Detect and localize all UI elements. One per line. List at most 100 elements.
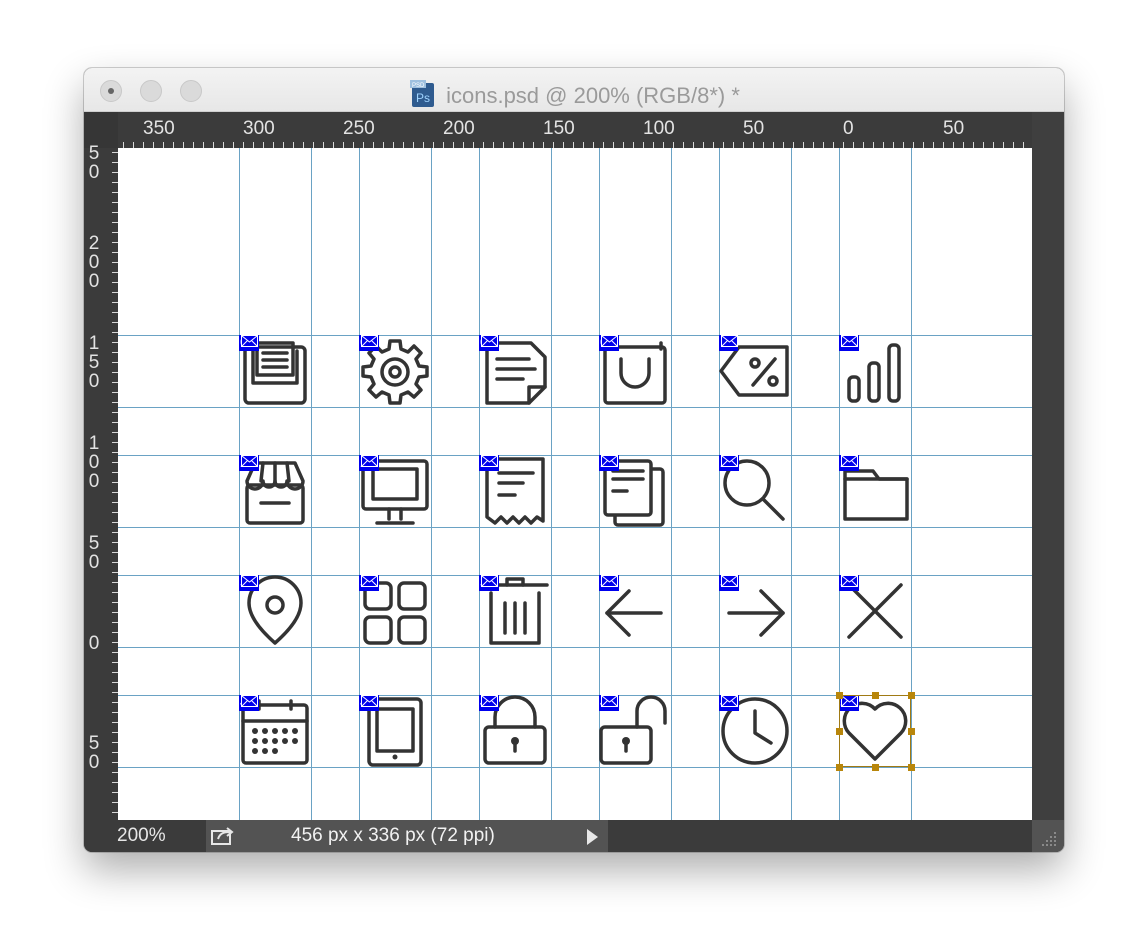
ruler-label-char: 1 — [88, 433, 100, 454]
vertical-guide[interactable] — [551, 148, 552, 820]
slice-badge: 46 — [359, 695, 379, 711]
ruler-label: 50 — [87, 734, 101, 772]
slice-badge: 03 — [239, 335, 259, 351]
icon-layer-09[interactable]: 09 — [599, 335, 671, 407]
document-info: 456 px x 336 px (72 ppi) — [291, 825, 495, 846]
ruler-label-char: 5 — [88, 733, 100, 754]
resize-grip-icon[interactable] — [1042, 832, 1058, 848]
ruler-label: 50 — [943, 118, 965, 139]
ruler-label: 200 — [87, 234, 101, 291]
transform-handle[interactable] — [836, 692, 843, 699]
document-title: icons.psd @ 200% (RGB/8*) * — [446, 83, 740, 108]
horizontal-guide[interactable] — [118, 407, 1032, 408]
photoshop-document-window: PSD Ps icons.psd @ 200% (RGB/8*) * 350 30… — [84, 68, 1064, 852]
icon-layer-34[interactable]: 34 — [359, 575, 431, 647]
status-bar-empty — [608, 820, 1032, 852]
vertical-guide[interactable] — [431, 148, 432, 820]
icon-layer-03[interactable]: 03 — [239, 335, 311, 407]
transform-handle[interactable] — [836, 728, 843, 735]
icon-layer-07[interactable]: 07 — [479, 335, 551, 407]
slice-badge: 25 — [719, 455, 739, 471]
status-bar: 200% 456 px x 336 px (72 ppi) — [84, 820, 1064, 852]
ruler-label-char: 2 — [88, 233, 100, 254]
icon-layer-37[interactable]: 37 — [719, 575, 791, 647]
ruler-label: 50 — [743, 118, 765, 139]
icon-layer-11[interactable]: 11 — [719, 335, 791, 407]
slice-badge: 13 — [839, 335, 859, 351]
icon-layer-36[interactable]: 36 — [599, 575, 671, 647]
ruler-label: 250 — [343, 118, 375, 139]
icon-layer-22[interactable]: 22 — [359, 455, 431, 527]
ruler-label-char: 5 — [88, 352, 100, 373]
vertical-guide[interactable] — [791, 148, 792, 820]
psd-file-icon: PSD Ps — [408, 78, 438, 114]
slice-badge: 23 — [479, 455, 499, 471]
slice-badge: 33 — [239, 575, 259, 591]
document-title-row: PSD Ps icons.psd @ 200% (RGB/8*) * — [84, 78, 1064, 114]
ruler-label-char: 0 — [88, 633, 100, 654]
ruler-label: 150 — [87, 334, 101, 391]
ruler-label: 300 — [243, 118, 275, 139]
icon-layer-13[interactable]: 13 — [839, 335, 911, 407]
ruler-label-char: 0 — [88, 452, 100, 473]
icon-layer-23[interactable]: 23 — [479, 455, 551, 527]
slice-badge: 05 — [359, 335, 379, 351]
icon-layer-25[interactable]: 25 — [719, 455, 791, 527]
slice-badge: 34 — [359, 575, 379, 591]
status-menu-arrow-icon[interactable] — [587, 829, 598, 845]
vertical-guide[interactable] — [311, 148, 312, 820]
icon-layer-47[interactable]: 47 — [479, 695, 551, 767]
ruler-label-char: 0 — [88, 162, 100, 183]
icon-layer-33[interactable]: 33 — [239, 575, 311, 647]
title-bar[interactable]: PSD Ps icons.psd @ 200% (RGB/8*) * — [84, 68, 1064, 112]
vertical-ruler[interactable]: 5020015010050050 — [84, 144, 118, 820]
slice-badge: 37 — [719, 575, 739, 591]
share-icon[interactable] — [210, 826, 236, 846]
ruler-label: 350 — [143, 118, 175, 139]
slice-badge: 45 — [239, 695, 259, 711]
slice-badge: 11 — [719, 335, 738, 351]
transform-handle[interactable] — [908, 692, 915, 699]
vertical-guide[interactable] — [671, 148, 672, 820]
transform-handle[interactable] — [872, 692, 879, 699]
slice-badge: 26 — [839, 455, 859, 471]
transform-handle[interactable] — [908, 764, 915, 771]
slice-badge: 38 — [839, 575, 859, 591]
vertical-guide[interactable] — [911, 148, 912, 820]
icon-layer-05[interactable]: 05 — [359, 335, 431, 407]
ruler-label: 100 — [643, 118, 675, 139]
ruler-label: 0 — [87, 634, 101, 653]
icon-layer-26[interactable]: 26 — [839, 455, 911, 527]
icon-layer-38[interactable]: 38 — [839, 575, 911, 647]
transform-handle[interactable] — [836, 764, 843, 771]
slice-badge: 22 — [359, 455, 379, 471]
icon-layer-49[interactable]: 49 — [719, 695, 791, 767]
transform-handle[interactable] — [908, 728, 915, 735]
vertical-scroll-area[interactable] — [1032, 112, 1064, 820]
horizontal-guide[interactable] — [118, 647, 1032, 648]
horizontal-ruler[interactable]: 350 300 250 200 150 100 50 0 50 — [118, 112, 1032, 148]
slice-badge: 35 — [479, 575, 499, 591]
slice-badge: 09 — [599, 335, 619, 351]
icon-layer-45[interactable]: 45 — [239, 695, 311, 767]
zoom-level-field[interactable]: 200% — [84, 820, 206, 852]
ruler-label: 50 — [87, 144, 101, 182]
icon-layer-35[interactable]: 35 — [479, 575, 551, 647]
slice-badge: 21 — [239, 455, 259, 471]
icon-layer-24[interactable]: 24 — [599, 455, 671, 527]
selection-bounding-box[interactable] — [839, 695, 911, 767]
document-canvas[interactable]: 03 05 07 09 11 13 21 22 23 24 25 26 33 34 35 36 37 38 45 46… — [118, 148, 1032, 820]
icon-layer-48[interactable]: 48 — [599, 695, 671, 767]
icon-layer-21[interactable]: 21 — [239, 455, 311, 527]
svg-text:Ps: Ps — [416, 91, 430, 105]
ruler-label: 200 — [443, 118, 475, 139]
icon-layer-46[interactable]: 46 — [359, 695, 431, 767]
horizontal-guide[interactable] — [118, 767, 1032, 768]
ruler-label-char: 5 — [88, 533, 100, 554]
slice-badge: 48 — [599, 695, 619, 711]
slice-badge: 07 — [479, 335, 499, 351]
transform-handle[interactable] — [872, 764, 879, 771]
ruler-label-char: 0 — [88, 371, 100, 392]
ruler-label: 150 — [543, 118, 575, 139]
horizontal-guide[interactable] — [118, 527, 1032, 528]
